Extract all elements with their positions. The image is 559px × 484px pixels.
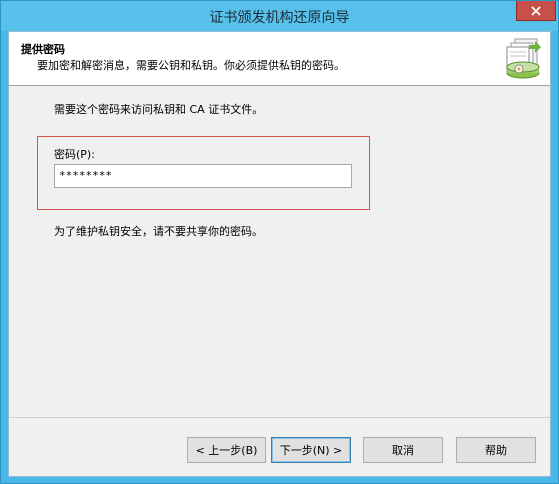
page-subtitle: 要加密和解密消息，需要公钥和私钥。你必须提供私钥的密码。 <box>37 59 345 72</box>
certificate-wizard-icon <box>506 38 541 79</box>
security-note: 为了维护私钥安全，请不要共享你的密码。 <box>54 225 263 238</box>
intro-text: 需要这个密码来访问私钥和 CA 证书文件。 <box>54 103 264 116</box>
wizard-header: 提供密码 要加密和解密消息，需要公钥和私钥。你必须提供私钥的密码。 <box>9 32 550 86</box>
close-icon <box>531 5 541 16</box>
password-label: 密码(P): <box>54 148 95 161</box>
window-title: 证书颁发机构还原向导 <box>209 10 350 26</box>
title-bar[interactable]: 证书颁发机构还原向导 <box>1 1 558 31</box>
help-button[interactable]: 帮助 <box>456 437 536 463</box>
page-title: 提供密码 <box>21 43 65 56</box>
wizard-client-area: 提供密码 要加密和解密消息，需要公钥和私钥。你必须提供私钥的密码。 需要这个密码… <box>8 31 551 477</box>
password-input[interactable]: ******** <box>54 164 352 188</box>
back-button[interactable]: < 上一步(B) <box>187 437 266 463</box>
next-button[interactable]: 下一步(N) > <box>271 437 351 463</box>
button-divider <box>9 417 550 418</box>
wizard-window: 证书颁发机构还原向导 提供密码 要加密和解密消息，需要公钥和私钥。你必须提供私钥… <box>0 0 559 484</box>
close-button[interactable] <box>516 1 556 21</box>
cancel-button[interactable]: 取消 <box>363 437 443 463</box>
